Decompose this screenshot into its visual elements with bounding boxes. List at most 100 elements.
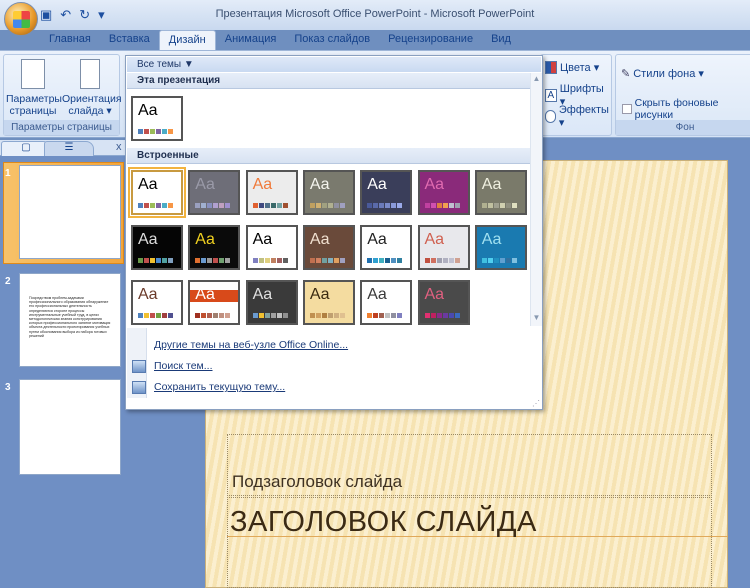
color-swatch [315, 258, 321, 263]
slide-number: 1 [5, 168, 11, 179]
color-swatch [367, 203, 373, 208]
slide-thumbnail[interactable] [19, 379, 121, 475]
colors-button[interactable]: Цвета ▾ [545, 61, 599, 74]
slide-title[interactable]: ЗАГОЛОВОК СЛАЙДА [230, 506, 537, 539]
color-swatch [276, 313, 282, 318]
theme-thumbnail[interactable]: Aa [360, 225, 413, 270]
color-swatch [195, 203, 201, 208]
menu-save-theme[interactable]: Сохранить текущую тему... [154, 381, 285, 393]
color-swatch [270, 258, 276, 263]
orientation-button[interactable]: Ориентация слайда ▾ [62, 59, 122, 117]
slide-subtitle[interactable]: Подзаголовок слайда [232, 472, 402, 492]
color-swatch [207, 313, 213, 318]
color-swatch [430, 313, 436, 318]
color-swatch [436, 313, 442, 318]
save-icon[interactable]: ▣ [40, 7, 52, 23]
color-swatch [448, 203, 454, 208]
gallery-scrollbar[interactable]: ▲ ▼ [530, 73, 542, 326]
undo-icon[interactable]: ↶ [60, 7, 71, 23]
color-swatch [309, 258, 315, 263]
color-swatch [499, 203, 505, 208]
color-swatch [162, 258, 167, 263]
tab-0[interactable]: Главная [40, 30, 100, 50]
redo-icon[interactable]: ↻ [79, 7, 90, 23]
theme-color-swatches [138, 203, 173, 208]
scroll-down-icon[interactable]: ▼ [531, 313, 542, 322]
theme-thumbnail[interactable]: Aa [131, 280, 183, 325]
menu-browse-themes[interactable]: Поиск тем... [154, 360, 213, 372]
group-label: Фон [616, 120, 750, 135]
thumbnail-text [20, 380, 120, 402]
theme-thumbnail[interactable]: Aa [417, 280, 470, 325]
customize-qat-button[interactable]: ▾ [98, 7, 105, 23]
theme-color-swatches [367, 258, 403, 263]
theme-thumbnail[interactable]: Aa [474, 225, 527, 270]
office-button[interactable] [4, 2, 38, 36]
color-swatch [373, 258, 379, 263]
color-swatch [270, 203, 276, 208]
page-setup-button[interactable]: Параметры страницы [6, 59, 62, 117]
theme-color-swatches [195, 313, 231, 318]
close-pane-button[interactable]: x [116, 141, 122, 153]
color-swatch [448, 258, 454, 263]
outline-tab[interactable]: ☰ [44, 141, 94, 156]
effects-button[interactable]: Эффекты ▾ [545, 104, 611, 129]
save-theme-icon [132, 381, 146, 394]
theme-thumbnail[interactable]: Aa [188, 280, 241, 325]
color-swatch [252, 203, 258, 208]
background-styles-button[interactable]: ✎ Стили фона ▾ [621, 67, 704, 80]
tab-6[interactable]: Вид [482, 30, 520, 50]
theme-sample-text: Aa [252, 231, 273, 248]
resize-grip-icon[interactable]: ⋰ [532, 399, 540, 408]
tab-4[interactable]: Показ слайдов [285, 30, 379, 50]
color-swatch [162, 129, 167, 134]
theme-thumbnail[interactable]: Aa [131, 96, 183, 141]
color-swatch [219, 313, 225, 318]
theme-thumbnail[interactable]: Aa [245, 170, 298, 215]
theme-thumbnail[interactable]: Aa [245, 280, 298, 325]
theme-sample-text: Aa [138, 102, 158, 119]
tab-5[interactable]: Рецензирование [379, 30, 482, 50]
scroll-up-icon[interactable]: ▲ [531, 74, 542, 83]
theme-thumbnail[interactable]: Aa [474, 170, 527, 215]
theme-thumbnail[interactable]: Aa [128, 167, 186, 218]
color-swatch [487, 203, 493, 208]
theme-thumbnail[interactable]: Aa [302, 170, 355, 215]
color-swatch [315, 203, 321, 208]
menu-more-themes-online[interactable]: Другие темы на веб-узле Office Online... [154, 339, 348, 351]
theme-thumbnail[interactable]: Aa [188, 170, 241, 215]
theme-thumbnail[interactable]: Aa [360, 170, 413, 215]
color-swatch [379, 258, 385, 263]
color-swatch [424, 203, 430, 208]
slide-thumbnail[interactable] [19, 165, 121, 259]
tab-3[interactable]: Анимация [216, 30, 286, 50]
theme-thumbnail[interactable]: Aa [245, 225, 298, 270]
color-swatch [225, 203, 231, 208]
color-swatch [264, 313, 270, 318]
theme-color-swatches [138, 258, 173, 263]
theme-color-swatches [252, 203, 288, 208]
slide-thumbnail[interactable]: Посредством проблем-задачами профессиона… [19, 273, 121, 367]
theme-thumbnail[interactable]: Aa [417, 225, 470, 270]
tab-1[interactable]: Вставка [100, 30, 159, 50]
theme-thumbnail[interactable]: Aa [360, 280, 413, 325]
color-swatch [397, 258, 403, 263]
color-swatch [391, 203, 397, 208]
theme-thumbnail[interactable]: Aa [131, 225, 183, 270]
tab-2[interactable]: Дизайн [158, 30, 216, 50]
color-swatch [333, 203, 339, 208]
theme-thumbnail[interactable]: Aa [302, 225, 355, 270]
colors-icon [545, 61, 557, 74]
color-swatch [333, 313, 339, 318]
color-swatch [150, 313, 155, 318]
color-swatch [379, 313, 385, 318]
color-swatch [321, 203, 327, 208]
theme-thumbnail[interactable]: Aa [188, 225, 241, 270]
theme-thumbnail[interactable]: Aa [302, 280, 355, 325]
all-themes-dropdown[interactable]: Все темы ▼ [127, 57, 541, 72]
office-logo-icon [13, 11, 30, 28]
hide-background-checkbox[interactable]: Скрыть фоновые рисунки [622, 97, 750, 121]
theme-thumbnail[interactable]: Aa [417, 170, 470, 215]
theme-color-swatches [424, 258, 460, 263]
section-this-presentation: Эта презентация [127, 73, 530, 89]
